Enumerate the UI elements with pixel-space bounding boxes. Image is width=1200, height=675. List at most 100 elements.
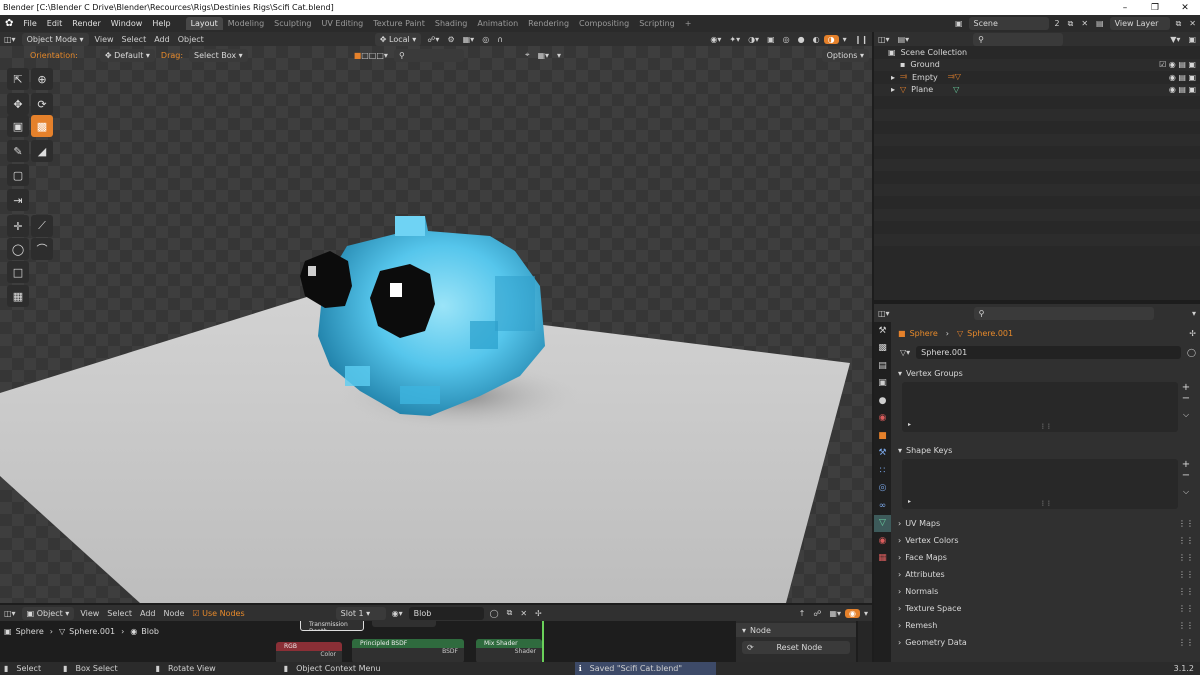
delete-scene-icon[interactable]: ✕ [1077, 19, 1092, 28]
node-snippet[interactable] [372, 621, 436, 627]
material-shading-icon[interactable]: ◐ [809, 35, 824, 44]
measure-tool-icon[interactable]: ◢ [31, 140, 53, 162]
mesh-browse-icon[interactable]: ▽▾ [896, 348, 914, 357]
panel-drag-handle[interactable]: ⋮⋮ [1178, 587, 1194, 596]
node-transmission-depth[interactable]: Transmission Depth [300, 621, 364, 631]
panel-drag-handle[interactable]: ⋮⋮ [1178, 604, 1194, 613]
rendered-shading-icon[interactable]: ◑ [823, 34, 839, 44]
data-tab-icon[interactable]: ▽ [874, 514, 891, 532]
properties-editor-icon[interactable]: ◫▾ [874, 309, 894, 318]
physics-tab-icon[interactable]: ◎ [874, 480, 891, 498]
node-menu-add[interactable]: Add [136, 609, 160, 618]
outliner-editor-icon[interactable]: ◫▾ [874, 35, 894, 44]
add-vertex-group-icon[interactable]: + [1182, 382, 1190, 393]
viewport-menu-object[interactable]: Object [174, 35, 208, 44]
node-editor-canvas[interactable]: ▣ Sphere › ▽ Sphere.001 › ◉ Blob Transmi… [0, 621, 872, 662]
sidebar-tab-strip[interactable] [858, 621, 872, 662]
panel-geometry-data[interactable]: › Geometry Data ⋮⋮ [892, 634, 1200, 651]
filter-icon[interactable]: ▼▾ [1166, 35, 1184, 44]
scene-tab-icon[interactable]: ● [874, 392, 891, 410]
pin-icon[interactable]: ✢ [1189, 329, 1196, 338]
tab-shading[interactable]: Shading [430, 17, 473, 30]
3d-viewport[interactable]: Orientation: ✥ Default ▾ Drag: Select Bo… [0, 46, 872, 603]
restore-icon[interactable]: ❐ [1140, 3, 1170, 13]
node-editor-type-icon[interactable]: ◫▾ [0, 609, 20, 618]
spin-tool-icon[interactable]: ✛ [7, 215, 29, 237]
output-tab-icon[interactable]: ▤ [874, 357, 891, 375]
annotate-tool-icon[interactable]: ✎ [7, 140, 29, 162]
panel-drag-handle[interactable]: ⋮⋮ [1178, 570, 1194, 579]
material-tab-icon[interactable]: ◉ [874, 532, 891, 550]
parent-node-tree-icon[interactable]: ↑ [795, 609, 810, 618]
falloff-icon[interactable]: ∩ [493, 35, 507, 44]
tab-modeling[interactable]: Modeling [223, 17, 269, 30]
extrude-tool-icon[interactable]: ⇥ [7, 189, 29, 211]
scene-collection-row[interactable]: ▣ Scene Collection [874, 46, 1200, 59]
node-menu-node[interactable]: Node [159, 609, 188, 618]
list-resize-handle[interactable]: ⋮⋮ [1040, 423, 1052, 430]
view-layer-icon[interactable]: ▤ [1092, 19, 1108, 28]
new-scene-icon[interactable]: ⧉ [1064, 19, 1078, 29]
blender-logo-icon[interactable]: ✿ [0, 18, 18, 29]
node-overlay-icon[interactable]: ◉ [845, 608, 860, 618]
object-tab-icon[interactable]: ■ [874, 427, 891, 445]
visibility-icon[interactable]: ◉▾ [706, 35, 725, 44]
panel-drag-handle[interactable]: ⋮⋮ [1178, 536, 1194, 545]
constraints-tab-icon[interactable]: ∞ [874, 497, 891, 515]
tab-texture-paint[interactable]: Texture Paint [368, 17, 430, 30]
material-browse-icon[interactable]: ◉▾ [388, 609, 407, 618]
menu-edit[interactable]: Edit [42, 19, 68, 28]
vertex-group-menu-icon[interactable]: ⌵ [1183, 410, 1189, 420]
outliner-row-ground[interactable]: ▪ Ground ☑ ◉ ▤ ▣ [874, 58, 1200, 71]
node-menu-select[interactable]: Select [103, 609, 136, 618]
texture-tab-icon[interactable]: ▦ [874, 550, 891, 568]
move-tool-icon[interactable]: ✥ [7, 93, 29, 115]
properties-search-field[interactable]: ⚲ [973, 306, 1154, 320]
world-tab-icon[interactable]: ◉ [874, 410, 891, 428]
view-layer-tab-icon[interactable]: ▣ [874, 375, 891, 393]
reset-node-button[interactable]: ⟳ Reset Node [742, 641, 850, 654]
menu-file[interactable]: File [18, 19, 41, 28]
rotate-tool-icon[interactable]: ⟳ [31, 93, 53, 115]
shader-type-selector[interactable]: ▣ Object ▾ [21, 606, 75, 620]
knife-tool-icon[interactable]: ⟋ [31, 215, 53, 237]
wireframe-shading-icon[interactable]: ◎ [779, 35, 794, 44]
editor-type-icon[interactable]: ◫▾ [0, 35, 20, 44]
material-name-field[interactable]: Blob [408, 606, 484, 620]
node-mix-shader[interactable]: Mix Shader Shader [476, 639, 542, 662]
transform-orientation-selector[interactable]: ✥ Local ▾ [374, 32, 422, 46]
pause-render-icon[interactable]: ❙❙ [851, 35, 872, 44]
snap-target-icon[interactable]: ▦▾ [459, 35, 479, 44]
panel-uv-maps[interactable]: › UV Maps ⋮⋮ [892, 515, 1200, 532]
tool-tab-icon[interactable]: ⚒ [874, 322, 891, 340]
node-menu-view[interactable]: View [76, 609, 103, 618]
menu-window[interactable]: Window [106, 19, 148, 28]
mode-selector[interactable]: Object Mode ▾ [21, 32, 89, 46]
gizmo-icon[interactable]: ✦▾ [725, 35, 744, 44]
remove-vertex-group-icon[interactable]: − [1182, 393, 1190, 404]
square-tool-icon[interactable]: □ [7, 261, 29, 283]
viewport-menu-add[interactable]: Add [150, 35, 174, 44]
remove-shape-key-icon[interactable]: − [1182, 470, 1190, 481]
outliner-row-empty[interactable]: ▸ ⫥ Empty ⫥▽ ◉ ▤ ▣ [874, 71, 1200, 84]
breadcrumb-material[interactable]: Blob [141, 627, 159, 636]
outliner-search-field[interactable]: ⚲ [973, 32, 1064, 46]
particles-tab-icon[interactable]: ∷ [874, 462, 891, 480]
cursor-tool-icon[interactable]: ⊕ [31, 68, 53, 90]
view-layer-selector[interactable]: View Layer [1109, 17, 1170, 30]
scale-tool-icon[interactable]: ▣ [7, 115, 29, 137]
breadcrumb-object[interactable]: Sphere [16, 627, 44, 636]
scene-selector[interactable]: Scene [968, 17, 1049, 30]
add-shape-key-icon[interactable]: + [1182, 459, 1190, 470]
shading-options-icon[interactable]: ▾ [839, 35, 851, 44]
empty-visibility-toggles[interactable]: ◉ ▤ ▣ [1169, 73, 1196, 82]
tab-rendering[interactable]: Rendering [523, 17, 574, 30]
breadcrumb-mesh[interactable]: Sphere.001 [967, 329, 1013, 338]
node-snap-icon[interactable]: ☍ [809, 609, 825, 618]
shape-key-menu-icon[interactable]: ⌵ [1183, 487, 1189, 497]
mesh-name-field[interactable]: Sphere.001 [916, 345, 1182, 359]
properties-options-icon[interactable]: ▾ [1188, 309, 1200, 318]
add-workspace-icon[interactable]: + [680, 17, 697, 30]
shape-keys-list[interactable]: ▸ ⋮⋮ [902, 459, 1178, 509]
breadcrumb-mesh[interactable]: Sphere.001 [69, 627, 115, 636]
